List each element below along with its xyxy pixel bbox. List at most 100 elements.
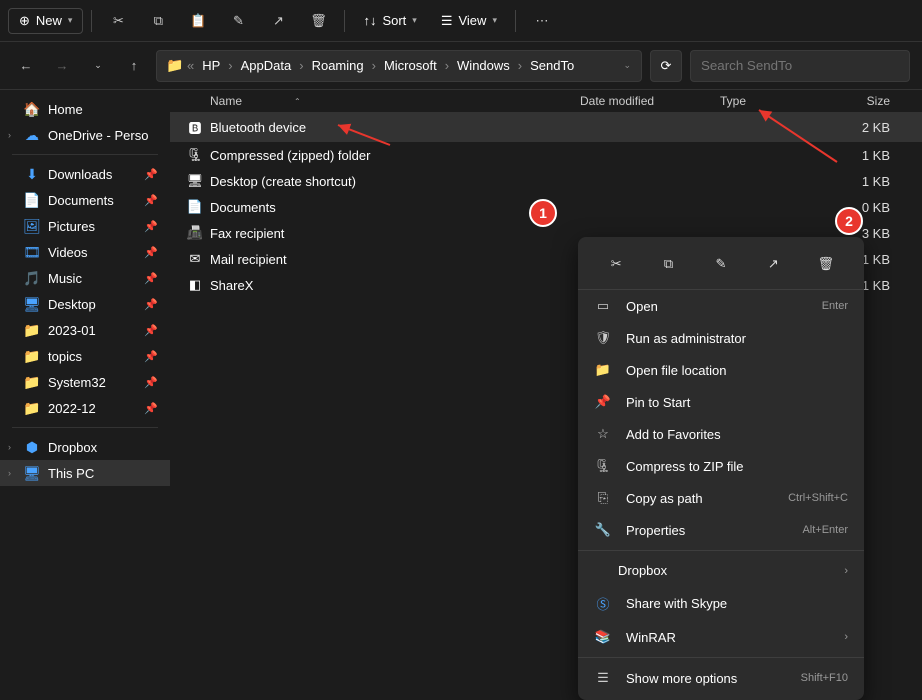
new-button[interactable]: ⊕ New ▾ <box>8 8 83 34</box>
sort-label: Sort <box>382 13 406 28</box>
sharex-icon: ◧ <box>184 277 206 293</box>
sidebar-item[interactable]: 📁2023-01📌 <box>0 317 170 343</box>
chevron-down-icon[interactable]: ⌄ <box>623 60 631 71</box>
sidebar-item[interactable]: 🖥Desktop📌 <box>0 291 170 317</box>
recent-button[interactable]: ⌄ <box>84 52 112 80</box>
more-icon[interactable]: ⋯ <box>524 6 560 36</box>
cut-icon[interactable]: ✂ <box>599 249 633 279</box>
mail-icon: ✉ <box>184 251 206 267</box>
sidebar-label: Music <box>48 271 82 286</box>
col-size[interactable]: Size <box>830 94 890 108</box>
crumb[interactable]: Windows <box>453 56 514 75</box>
breadcrumb[interactable]: 📁 « HP › AppData › Roaming › Microsoft ›… <box>156 50 642 82</box>
refresh-button[interactable]: ⟳ <box>650 50 682 82</box>
file-row[interactable]: 🗜Compressed (zipped) folder1 KB <box>170 142 922 168</box>
sidebar-home[interactable]: 🏠 Home <box>0 96 170 122</box>
crumb[interactable]: AppData <box>237 56 296 75</box>
cm-skype[interactable]: Ⓢ Share with Skype <box>578 586 864 621</box>
sidebar: 🏠 Home › ☁ OneDrive - Perso ⬇Downloads📌📄… <box>0 90 170 608</box>
annotation-badge-2: 2 <box>835 207 863 235</box>
overflow-icon[interactable]: « <box>187 58 194 73</box>
cm-addfav[interactable]: ☆ Add to Favorites <box>578 418 864 450</box>
share-icon[interactable]: ↗ <box>260 6 296 36</box>
sidebar-label: 2023-01 <box>48 323 96 338</box>
content: 🏠 Home › ☁ OneDrive - Perso ⬇Downloads📌📄… <box>0 90 922 608</box>
search-input[interactable] <box>690 50 910 82</box>
sidebar-item[interactable]: 📁topics📌 <box>0 343 170 369</box>
sidebar-label: Dropbox <box>48 440 97 455</box>
sidebar-label: Documents <box>48 193 114 208</box>
rename-icon[interactable]: ✎ <box>704 249 738 279</box>
cm-pinstart[interactable]: 📌 Pin to Start <box>578 386 864 418</box>
chevron-right-icon: › <box>844 565 848 577</box>
file-row[interactable]: 🅱Bluetooth device2 KB <box>170 113 922 142</box>
back-button[interactable]: ← <box>12 52 40 80</box>
sidebar-dropbox[interactable]: › ⬢ Dropbox <box>0 434 170 460</box>
sort-button[interactable]: ↑↓ Sort ▾ <box>353 6 426 36</box>
folder-icon: 📁 <box>167 58 183 74</box>
paste-icon[interactable]: 📋 <box>180 6 216 36</box>
zip-icon: 🗜 <box>184 147 206 163</box>
desktop-icon: 🖥 <box>184 173 206 189</box>
crumb[interactable]: HP <box>198 56 224 75</box>
sidebar-item[interactable]: 📁2022-12📌 <box>0 395 170 421</box>
cm-open[interactable]: ▭ Open Enter <box>578 290 864 322</box>
sidebar-item[interactable]: ⬇Downloads📌 <box>0 161 170 187</box>
rename-icon[interactable]: ✎ <box>220 6 256 36</box>
cm-properties[interactable]: 🔧 Properties Alt+Enter <box>578 514 864 546</box>
crumb[interactable]: SendTo <box>526 56 578 75</box>
cm-runadmin[interactable]: 🛡 Run as administrator <box>578 322 864 354</box>
vid-icon: 🎞 <box>24 244 40 260</box>
sidebar-item[interactable]: 📁System32📌 <box>0 369 170 395</box>
copy-icon[interactable]: ⧉ <box>652 249 686 279</box>
cm-openloc[interactable]: 📁 Open file location <box>578 354 864 386</box>
desktop-icon: 🖥 <box>24 296 40 312</box>
sidebar-onedrive[interactable]: › ☁ OneDrive - Perso <box>0 122 170 148</box>
path-icon: ⎘ <box>594 490 612 506</box>
file-size: 1 KB <box>830 174 890 189</box>
fax-icon: 📠 <box>184 225 206 241</box>
copy-icon[interactable]: ⧉ <box>140 6 176 36</box>
chevron-right-icon[interactable]: › <box>8 468 11 478</box>
cm-compress[interactable]: 🗜 Compress to ZIP file <box>578 450 864 482</box>
col-name[interactable]: Name ⌃ <box>210 94 580 108</box>
sidebar-label: Pictures <box>48 219 95 234</box>
pin-icon: 📌 <box>144 350 158 363</box>
plus-icon: ⊕ <box>19 13 30 29</box>
pin-icon: 📌 <box>144 298 158 311</box>
forward-button[interactable]: → <box>48 52 76 80</box>
share-icon[interactable]: ↗ <box>756 249 790 279</box>
chevron-right-icon[interactable]: › <box>8 130 11 140</box>
col-type[interactable]: Type <box>720 94 830 108</box>
cm-winrar[interactable]: 📚 WinRAR › <box>578 621 864 653</box>
cm-more[interactable]: ☰ Show more options Shift+F10 <box>578 662 864 694</box>
folder-icon: 📁 <box>594 362 612 378</box>
sidebar-item[interactable]: 🎵Music📌 <box>0 265 170 291</box>
up-button[interactable]: ↑ <box>120 52 148 80</box>
wrench-icon: 🔧 <box>594 522 612 538</box>
sidebar-label: topics <box>48 349 82 364</box>
chevron-right-icon: › <box>372 58 376 73</box>
cm-copypath[interactable]: ⎘ Copy as path Ctrl+Shift+C <box>578 482 864 514</box>
pin-icon: 📌 <box>144 168 158 181</box>
chevron-right-icon[interactable]: › <box>8 442 11 452</box>
shield-icon: 🛡 <box>594 330 612 346</box>
sort-asc-icon: ⌃ <box>294 97 301 106</box>
view-button[interactable]: ☰ View ▾ <box>431 6 507 36</box>
delete-icon[interactable]: 🗑 <box>809 249 843 279</box>
sidebar-item[interactable]: 🖼Pictures📌 <box>0 213 170 239</box>
sidebar-label: Downloads <box>48 167 112 182</box>
sidebar-thispc[interactable]: › 🖥 This PC <box>0 460 170 486</box>
crumb[interactable]: Roaming <box>308 56 368 75</box>
cm-dropbox[interactable]: Dropbox › <box>578 555 864 586</box>
music-icon: 🎵 <box>24 270 40 286</box>
col-date[interactable]: Date modified <box>580 94 720 108</box>
sidebar-item[interactable]: 🎞Videos📌 <box>0 239 170 265</box>
sidebar-item[interactable]: 📄Documents📌 <box>0 187 170 213</box>
delete-icon[interactable]: 🗑 <box>300 6 336 36</box>
chevron-right-icon: › <box>518 58 522 73</box>
crumb[interactable]: Microsoft <box>380 56 441 75</box>
home-icon: 🏠 <box>24 101 40 117</box>
cut-icon[interactable]: ✂ <box>100 6 136 36</box>
file-row[interactable]: 🖥Desktop (create shortcut)1 KB <box>170 168 922 194</box>
